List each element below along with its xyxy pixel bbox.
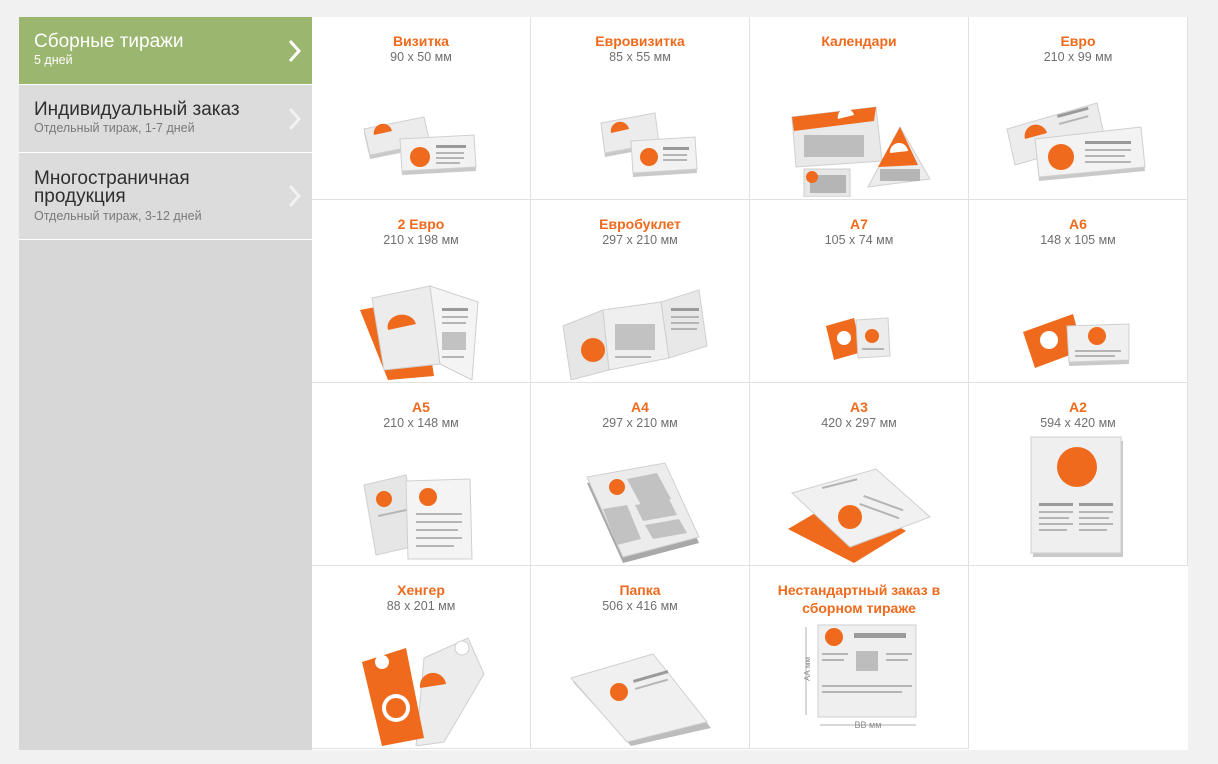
product-card-a6[interactable]: А6 148 x 105 мм (969, 200, 1188, 383)
business-card-icon (363, 116, 477, 175)
product-name: Календари (821, 33, 897, 49)
product-name: Евробуклет (599, 216, 681, 232)
product-name: А5 (412, 399, 430, 415)
product-card-custom-order[interactable]: Нестандартный заказ в сборном тираже АА … (750, 566, 969, 749)
product-size: 594 x 420 мм (1040, 416, 1116, 430)
product-name: Папка (619, 582, 661, 598)
product-size: 210 x 148 мм (383, 416, 459, 430)
sidebar-item-subtitle: Отдельный тираж, 1-7 дней (34, 121, 195, 135)
product-card-euro[interactable]: Евро 210 x 99 мм (969, 17, 1188, 200)
product-size: 297 x 210 мм (602, 416, 678, 430)
product-size: 90 x 50 мм (390, 50, 452, 64)
product-name: Евровизитка (595, 33, 685, 49)
sidebar-item-individual-order[interactable]: Индивидуальный заказ Отдельный тираж, 1-… (19, 85, 312, 153)
sidebar-item-title: Индивидуальный заказ (34, 99, 240, 120)
product-card-calendars[interactable]: Календари (750, 17, 969, 200)
sidebar-item-multipage[interactable]: Многостраничная продукция Отдельный тира… (19, 153, 312, 240)
product-card-folder[interactable]: Папка 506 x 416 мм (531, 566, 750, 749)
sidebar-item-title: Сборные тиражи (34, 31, 184, 52)
product-card-eurovizitka[interactable]: Евровизитка 85 x 55 мм (531, 17, 750, 200)
product-grid: Визитка 90 x 50 мм Евровизитка 85 x 55 м… (312, 17, 1188, 750)
product-name: 2 Евро (397, 216, 445, 232)
dim-horizontal-label: ВВ мм (855, 720, 882, 730)
chevron-right-icon (288, 184, 302, 208)
sidebar: Сборные тиражи 5 дней Индивидуальный зак… (19, 17, 312, 750)
product-name: А7 (850, 216, 868, 232)
product-size: 85 x 55 мм (609, 50, 671, 64)
a4-flyer-icon (586, 462, 700, 563)
chevron-right-icon (288, 107, 302, 131)
a7-flyer-icon (826, 317, 891, 360)
product-name: А4 (631, 399, 649, 415)
product-size: 210 x 198 мм (383, 233, 459, 247)
product-name: А3 (850, 399, 868, 415)
product-size: 88 x 201 мм (386, 599, 456, 613)
sidebar-item-subtitle: 5 дней (34, 53, 73, 67)
product-card-eurobooklet[interactable]: Евробуклет 297 x 210 мм (531, 200, 750, 383)
calendar-icon (791, 106, 931, 197)
a3-poster-icon (788, 468, 931, 563)
euro-business-card-icon (600, 112, 698, 177)
a6-flyer-icon (1023, 314, 1130, 368)
product-size: 105 x 74 мм (824, 233, 894, 247)
folder-icon (570, 653, 711, 746)
chevron-right-icon (288, 39, 302, 63)
product-name: Нестандартный заказ в сборном тираже (777, 582, 941, 616)
product-name: Хенгер (397, 582, 445, 598)
empty-slot (969, 566, 1188, 749)
dim-vertical-label: АА мм (803, 657, 812, 681)
product-card-a5[interactable]: А5 210 x 148 мм (312, 383, 531, 566)
custom-order-icon: АА мм ВВ мм (803, 624, 917, 730)
two-euro-booklet-icon (360, 285, 479, 380)
product-card-a4[interactable]: А4 297 x 210 мм (531, 383, 750, 566)
product-card-vizitka[interactable]: Визитка 90 x 50 мм (312, 17, 531, 200)
euro-flyer-icon (1006, 102, 1146, 181)
product-card-two-euro[interactable]: 2 Евро 210 x 198 мм (312, 200, 531, 383)
product-name: Визитка (393, 33, 449, 49)
eurobooklet-icon (562, 289, 708, 380)
a5-flyer-icon (363, 474, 473, 560)
product-size: 297 x 210 мм (602, 233, 678, 247)
product-card-a3[interactable]: А3 420 x 297 мм (750, 383, 969, 566)
a2-poster-icon (1030, 436, 1123, 557)
product-name: Евро (1060, 33, 1096, 49)
sidebar-item-subtitle: Отдельный тираж, 3-12 дней (34, 209, 202, 223)
product-card-a7[interactable]: А7 105 x 74 мм (750, 200, 969, 383)
product-name: А2 (1069, 399, 1087, 415)
sidebar-item-title: Многостраничная продукция (34, 168, 190, 207)
product-size: 148 x 105 мм (1040, 233, 1116, 247)
product-size: 506 x 416 мм (602, 599, 678, 613)
product-card-hanger[interactable]: Хенгер 88 x 201 мм (312, 566, 531, 749)
product-size: 210 x 99 мм (1043, 50, 1113, 64)
sidebar-item-group-runs[interactable]: Сборные тиражи 5 дней (19, 17, 312, 85)
product-name: А6 (1069, 216, 1087, 232)
product-card-a2[interactable]: А2 594 x 420 мм (969, 383, 1188, 566)
product-size: 420 x 297 мм (821, 416, 897, 430)
door-hanger-icon (362, 637, 485, 746)
